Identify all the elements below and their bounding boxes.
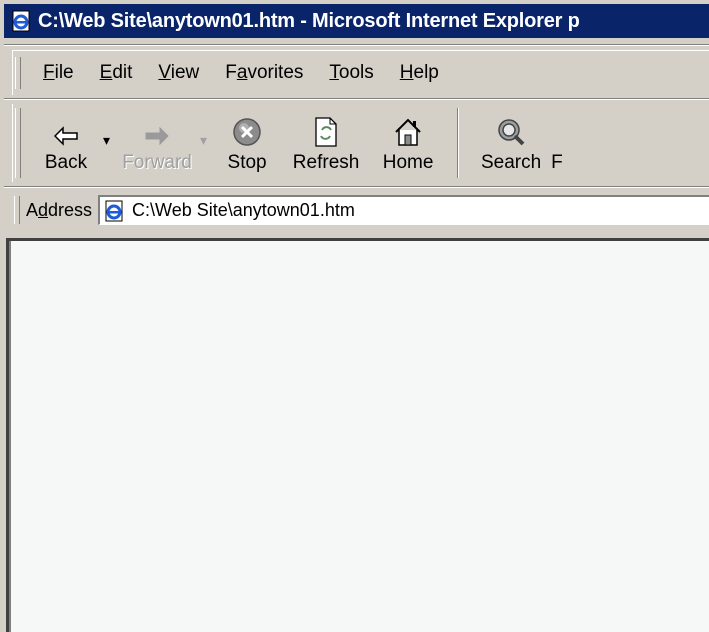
forward-dropdown-arrow[interactable]: ▾ xyxy=(200,132,207,149)
menu-bar: File Edit View Favorites Tools Help xyxy=(12,50,709,95)
search-icon xyxy=(495,104,527,148)
refresh-button[interactable]: Refresh xyxy=(279,104,373,180)
search-label: Search xyxy=(480,152,542,173)
forward-label: Forward xyxy=(122,152,192,173)
stop-icon xyxy=(231,104,263,148)
menu-file[interactable]: File xyxy=(43,62,74,84)
refresh-icon xyxy=(312,104,340,148)
menu-tools[interactable]: Tools xyxy=(329,62,373,84)
menu-grip[interactable] xyxy=(15,57,21,89)
menu-favorites[interactable]: Favorites xyxy=(225,62,303,84)
address-grip[interactable] xyxy=(14,196,20,224)
divider xyxy=(4,44,709,46)
address-label: Address xyxy=(26,199,93,220)
search-button[interactable]: Search xyxy=(471,104,551,180)
refresh-label: Refresh xyxy=(292,152,360,173)
title-bar[interactable]: C:\Web Site\anytown01.htm - Microsoft In… xyxy=(4,4,709,38)
divider xyxy=(4,186,709,188)
back-button[interactable]: Back xyxy=(33,104,99,180)
content-border xyxy=(9,241,11,632)
forward-arrow-icon xyxy=(142,104,172,148)
toolbar-grip[interactable] xyxy=(15,108,21,178)
divider xyxy=(4,98,709,100)
address-bar: Address C:\Web Site\anytown01.htm xyxy=(12,192,709,228)
home-label: Home xyxy=(382,152,434,173)
favorites-label-partial: F xyxy=(551,152,563,173)
ie-page-icon xyxy=(104,200,126,222)
menu-help[interactable]: Help xyxy=(400,62,439,84)
menu-view[interactable]: View xyxy=(158,62,199,84)
back-dropdown-arrow[interactable]: ▾ xyxy=(103,132,110,149)
stop-label: Stop xyxy=(227,152,267,173)
favorites-button-partial[interactable]: F xyxy=(551,104,571,180)
toolbar-separator xyxy=(457,108,460,178)
home-button[interactable]: Home xyxy=(373,104,443,180)
window-title: C:\Web Site\anytown01.htm - Microsoft In… xyxy=(38,9,580,32)
address-url: C:\Web Site\anytown01.htm xyxy=(132,200,355,220)
stop-button[interactable]: Stop xyxy=(215,104,279,180)
page-content-area[interactable] xyxy=(6,238,709,632)
back-label: Back xyxy=(44,152,88,173)
menu-edit[interactable]: Edit xyxy=(100,62,133,84)
forward-button[interactable]: Forward xyxy=(118,104,196,180)
ie-page-icon xyxy=(10,10,32,32)
browser-window: C:\Web Site\anytown01.htm - Microsoft In… xyxy=(0,0,709,632)
back-arrow-icon xyxy=(51,104,81,148)
address-input[interactable]: C:\Web Site\anytown01.htm xyxy=(98,195,709,225)
home-icon xyxy=(392,104,424,148)
standard-toolbar: Back ▾ Forward ▾ Stop Refresh Home Searc… xyxy=(12,104,709,182)
